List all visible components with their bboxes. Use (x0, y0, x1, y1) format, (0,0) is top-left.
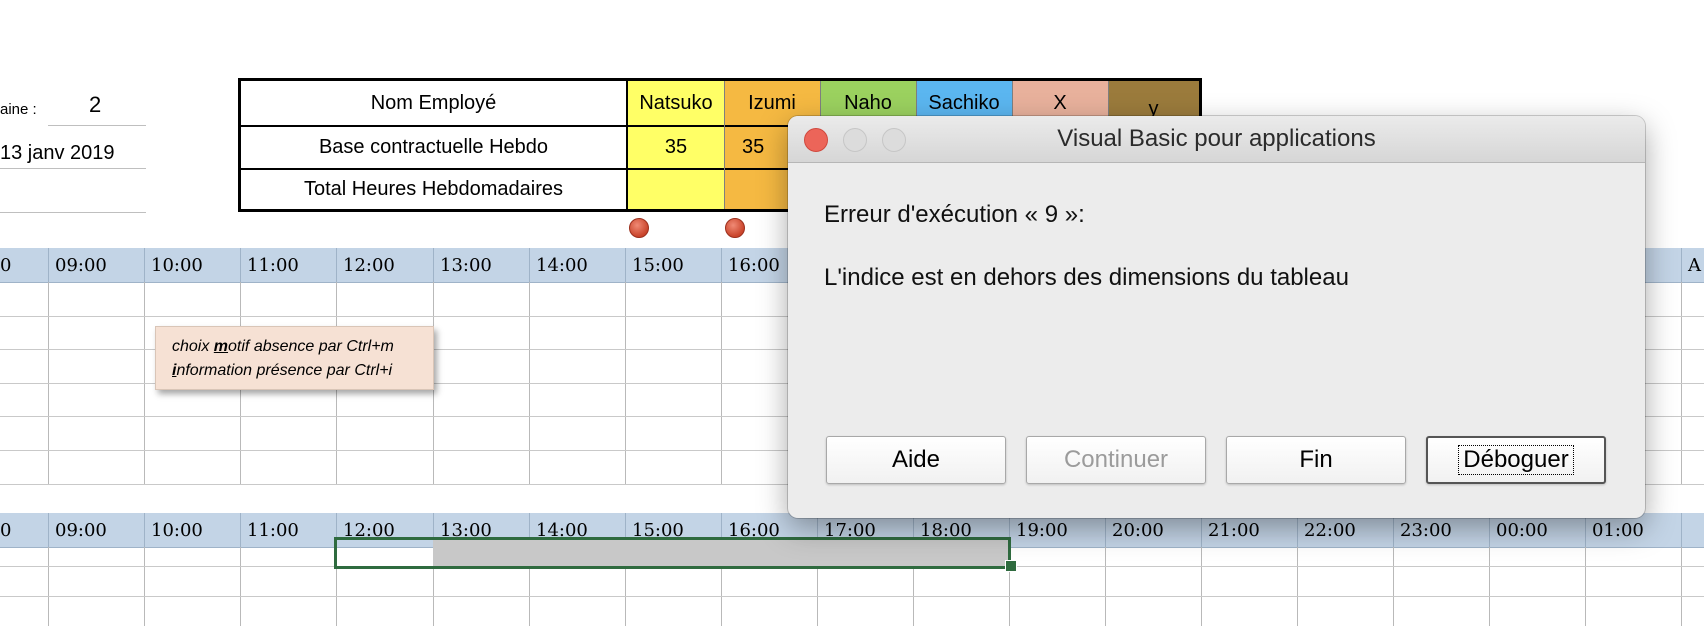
time-slot[interactable]: 01:00 (1585, 513, 1681, 547)
grid-hline (0, 596, 1704, 597)
week-label: aine : (0, 101, 37, 118)
table-vline (724, 81, 725, 209)
grid-vline (1489, 547, 1490, 626)
vba-error-dialog: Visual Basic pour applications Erreur d'… (788, 116, 1645, 518)
continue-button-label: Continuer (1063, 446, 1169, 473)
grid-vline (1297, 547, 1298, 626)
debug-button[interactable]: Déboguer (1426, 436, 1606, 484)
date-value[interactable]: 13 janv 2019 (0, 142, 115, 165)
table-hline-2 (241, 168, 821, 170)
grid-vline (48, 547, 49, 626)
time-slot[interactable]: 13:00 (433, 248, 529, 282)
time-slot[interactable]: 21:00 (1201, 513, 1297, 547)
end-button[interactable]: Fin (1226, 436, 1406, 484)
time-slot[interactable]: 23:00 (1393, 513, 1489, 547)
week-value[interactable]: 2 (89, 92, 101, 118)
debug-button-label: Déboguer (1458, 445, 1574, 475)
time-slot[interactable]: 09:00 (48, 513, 144, 547)
time-slot[interactable]: 22:00 (1297, 513, 1393, 547)
error-message-text: L'indice est en dehors des dimensions du… (824, 264, 1349, 291)
week-underline (48, 125, 146, 126)
time-slot[interactable]: 10:00 (144, 248, 240, 282)
time-slot[interactable] (1681, 513, 1704, 547)
grid-vline (144, 547, 145, 626)
grid-vline (1681, 547, 1682, 626)
continue-button[interactable]: Continuer (1026, 436, 1206, 484)
date-underline (0, 168, 146, 169)
time-slot[interactable]: 20:00 (1105, 513, 1201, 547)
time-slot[interactable]: 11:00 (240, 248, 336, 282)
time-slot[interactable]: 14:00 (529, 248, 625, 282)
grid-vline (1585, 547, 1586, 626)
grid-vline (1201, 547, 1202, 626)
error-code-text: Erreur d'exécution « 9 »: (824, 201, 1085, 228)
dialog-title: Visual Basic pour applications (1057, 125, 1376, 152)
row-label-base: Base contractuelle Hebdo (241, 126, 628, 169)
time-slot[interactable]: A (1681, 248, 1704, 282)
time-slot[interactable]: 09:00 (48, 248, 144, 282)
note-line-1: choix motif absence par Ctrl+m (172, 338, 394, 355)
status-dot-natsuko[interactable] (629, 218, 649, 238)
end-button-label: Fin (1299, 446, 1333, 473)
fill-handle[interactable] (1005, 560, 1017, 572)
time-slot[interactable]: 00:00 (1489, 513, 1585, 547)
grid-vline (240, 547, 241, 626)
row-label-total: Total Heures Hebdomadaires (241, 169, 628, 209)
comment-note: choix motif absence par Ctrl+m informati… (155, 326, 434, 390)
status-dot-izumi[interactable] (725, 218, 745, 238)
employee-base-natsuko: 35 (664, 136, 688, 158)
blank-underline (0, 212, 146, 213)
time-slot[interactable]: 0 (0, 513, 48, 547)
time-slot[interactable]: 19:00 (1009, 513, 1105, 547)
time-slot[interactable]: 11:00 (240, 513, 336, 547)
time-slot[interactable]: 15:00 (625, 248, 721, 282)
help-button[interactable]: Aide (826, 436, 1006, 484)
time-slot[interactable]: 12:00 (336, 248, 433, 282)
grid-vline (1393, 547, 1394, 626)
help-button-label: Aide (891, 446, 941, 473)
time-slot[interactable]: 0 (0, 248, 48, 282)
row-label-name: Nom Employé (241, 81, 628, 126)
time-slot[interactable]: 10:00 (144, 513, 240, 547)
note-line-2: information présence par Ctrl+i (172, 362, 393, 379)
selected-range[interactable] (334, 537, 1011, 569)
grid-vline (1105, 547, 1106, 626)
employee-name-natsuko: Natsuko (639, 92, 713, 114)
